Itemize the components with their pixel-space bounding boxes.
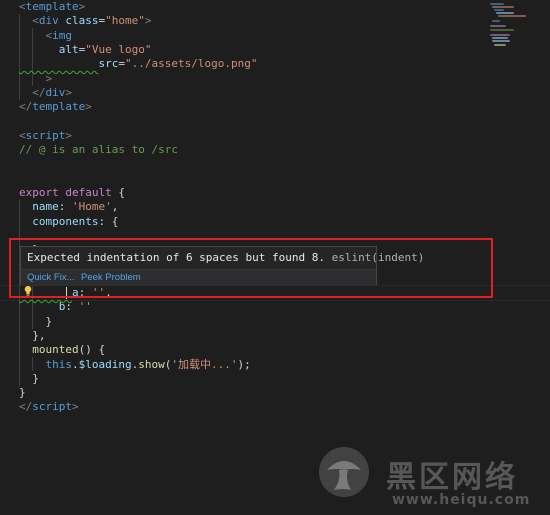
code-token: >	[78, 0, 86, 13]
code-token: class	[65, 14, 99, 28]
code-token: default	[65, 185, 112, 199]
code-token: name	[32, 200, 59, 214]
code-token: <	[19, 0, 26, 13]
code-token: );	[237, 357, 251, 371]
code-line[interactable]: this.$loading.show('加载中...');	[19, 358, 251, 372]
code-token: script	[25, 128, 66, 142]
code-token: div	[45, 85, 66, 99]
code-token: '加载中...'	[171, 357, 238, 371]
code-line[interactable]: // @ is an alias to /src	[19, 143, 178, 157]
code-token: >	[85, 100, 92, 114]
peek-problem-link[interactable]: Peek Problem	[81, 270, 141, 286]
code-line[interactable]: >	[19, 71, 53, 86]
code-token: mounted	[32, 343, 79, 357]
code-token: this	[45, 357, 73, 371]
watermark-url: www.heiqu.com	[392, 492, 531, 508]
code-token: =	[118, 57, 125, 71]
error-source: eslint(indent)	[331, 251, 425, 264]
code-token: </	[19, 400, 33, 414]
code-token: >	[144, 14, 152, 28]
code-token: 'Home'	[72, 200, 112, 214]
code-token: div	[38, 14, 59, 28]
code-editor[interactable]: <template> <div class="home"> <img alt="…	[0, 0, 550, 515]
code-token: }	[19, 371, 39, 385]
code-line[interactable]: }	[19, 386, 26, 400]
code-token: show	[138, 357, 165, 371]
error-message: Expected indentation of 6 spaces but fou…	[27, 251, 326, 264]
code-token: src	[98, 57, 119, 71]
code-token: </	[32, 85, 46, 99]
code-token: // @ is an alias to /src	[19, 143, 178, 156]
code-token: <	[19, 128, 26, 142]
code-line[interactable]: </script>	[19, 400, 79, 414]
watermark-title: 黑区网络	[386, 460, 518, 495]
code-line[interactable]: name: 'Home',	[19, 200, 118, 214]
code-token: img	[52, 28, 72, 42]
code-line[interactable]: },	[19, 328, 46, 343]
hover-actions-bar: Quick Fix... Peek Problem	[21, 269, 376, 286]
code-line[interactable]: </div>	[19, 86, 72, 100]
code-token: :	[58, 200, 72, 214]
code-line[interactable]: <template>	[19, 0, 85, 14]
code-token: </	[19, 100, 33, 114]
code-token: : {	[98, 214, 119, 228]
code-token: }	[19, 314, 53, 328]
code-token: "home"	[105, 14, 145, 28]
code-line[interactable]: src="../assets/logo.png"	[19, 57, 257, 71]
code-token: ,	[111, 200, 119, 214]
code-token: >	[72, 400, 79, 414]
code-line[interactable]: components: {	[19, 215, 118, 229]
mushroom-logo-icon	[319, 447, 369, 497]
code-token: template	[32, 100, 86, 114]
quick-fix-link[interactable]: Quick Fix...	[27, 270, 75, 286]
code-token: alt	[58, 42, 79, 56]
code-token: >	[65, 128, 72, 142]
code-token: () {	[78, 343, 106, 357]
code-line[interactable]: b: ''	[19, 300, 92, 314]
code-line[interactable]: </template>	[19, 100, 92, 114]
code-token: export	[19, 185, 59, 199]
code-token: >	[65, 85, 72, 99]
code-token: .	[72, 357, 79, 371]
code-line[interactable]: mounted() {	[19, 343, 105, 357]
code-token: "../assets/logo.png"	[124, 57, 258, 71]
code-line[interactable]: <script>	[19, 129, 72, 143]
code-token: :	[65, 300, 79, 314]
code-token: >	[45, 71, 53, 85]
code-line[interactable]: export default {	[19, 186, 125, 200]
code-line[interactable]: }	[19, 315, 52, 329]
code-token: ''	[78, 300, 92, 314]
eslint-hover-tooltip: Expected indentation of 6 spaces but fou…	[20, 246, 424, 286]
code-line[interactable]: alt="Vue logo"	[19, 42, 152, 57]
code-token: script	[32, 400, 72, 414]
code-token: "Vue logo"	[85, 42, 152, 56]
code-token: $loading	[78, 357, 132, 371]
code-line[interactable]: <div class="home">	[19, 14, 152, 28]
code-token: <	[32, 14, 39, 28]
code-token: {	[111, 185, 125, 199]
code-token: template	[25, 0, 79, 13]
code-token: }	[19, 386, 26, 400]
code-line[interactable]: }	[19, 372, 39, 386]
code-token: },	[19, 328, 46, 342]
code-line[interactable]: <img	[19, 28, 73, 43]
code-token: components	[32, 214, 99, 228]
hover-message: Expected indentation of 6 spaces but fou…	[27, 251, 424, 265]
